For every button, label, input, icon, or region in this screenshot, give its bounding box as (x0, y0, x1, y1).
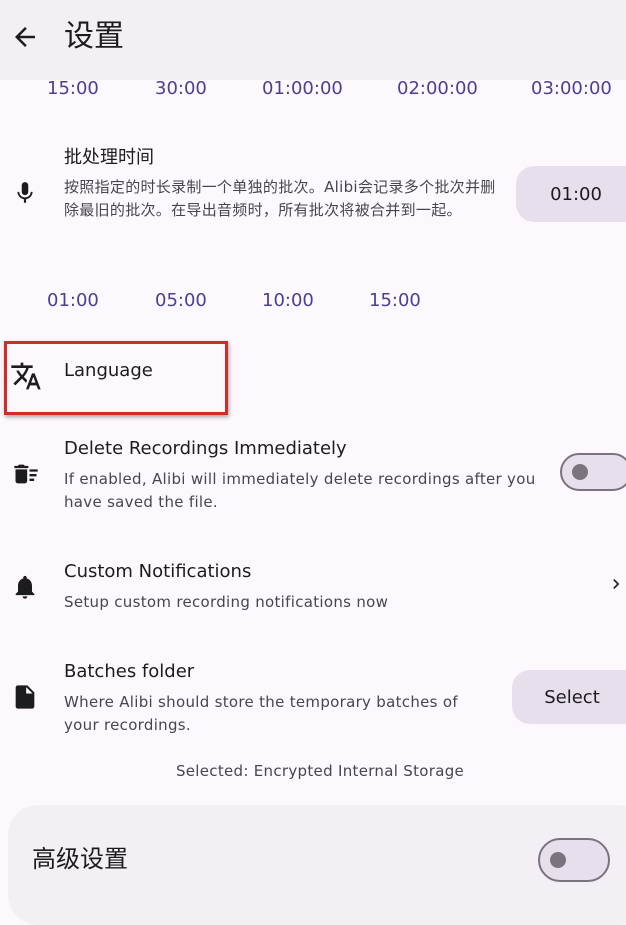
switch-thumb (550, 852, 566, 868)
bell-icon (15, 575, 35, 599)
advanced-settings-switch[interactable] (538, 838, 610, 882)
arrow-left-icon[interactable] (10, 22, 40, 52)
batch-chip[interactable]: 01:00 (47, 286, 99, 316)
microphone-icon (17, 182, 33, 203)
delete-recordings-title: Delete Recordings Immediately (64, 438, 347, 459)
duration-chip[interactable]: 02:00:00 (397, 74, 478, 104)
switch-thumb (572, 464, 588, 480)
duration-chip-row: 15:00 30:00 01:00:00 02:00:00 03:00:00 (0, 74, 626, 104)
select-folder-button[interactable]: Select (512, 670, 626, 724)
batches-folder-description: Where Alibi should store the temporary b… (64, 693, 458, 734)
duration-chip[interactable]: 15:00 (47, 74, 99, 104)
batch-chip[interactable]: 05:00 (155, 286, 207, 316)
delete-recordings-description: If enabled, Alibi will immediately delet… (64, 470, 536, 511)
delete-sweep-icon (14, 464, 38, 484)
batch-chip[interactable]: 15:00 (369, 286, 421, 316)
custom-notifications-description: Setup custom recording notifications now (64, 593, 389, 611)
highlight-box (4, 341, 228, 415)
file-icon (15, 685, 35, 709)
app-bar: 设置 (0, 0, 626, 80)
batch-duration-description: 按照指定的时长录制一个单独的批次。Alibi会记录多个批次并删除最旧的批次。在导… (64, 178, 496, 219)
batch-chip-row: 01:00 05:00 10:00 15:00 (0, 286, 626, 316)
advanced-settings-card[interactable]: 高级设置 (8, 805, 626, 925)
duration-chip[interactable]: 30:00 (155, 74, 207, 104)
page-title: 设置 (64, 19, 124, 54)
duration-chip[interactable]: 03:00:00 (531, 74, 612, 104)
duration-chip[interactable]: 01:00:00 (262, 74, 343, 104)
delete-recordings-switch[interactable] (560, 453, 626, 491)
custom-notifications-setting[interactable]: Custom Notifications Setup custom record… (0, 556, 626, 618)
batch-duration-value-button[interactable]: 01:00 (516, 166, 626, 222)
chevron-right-icon (613, 579, 620, 589)
batches-folder-title: Batches folder (64, 661, 195, 682)
custom-notifications-title: Custom Notifications (64, 561, 252, 582)
batch-chip[interactable]: 10:00 (262, 286, 314, 316)
selected-folder-text: Selected: Encrypted Internal Storage (175, 762, 465, 780)
advanced-settings-title: 高级设置 (32, 845, 128, 873)
batch-duration-title: 批处理时间 (64, 147, 154, 168)
